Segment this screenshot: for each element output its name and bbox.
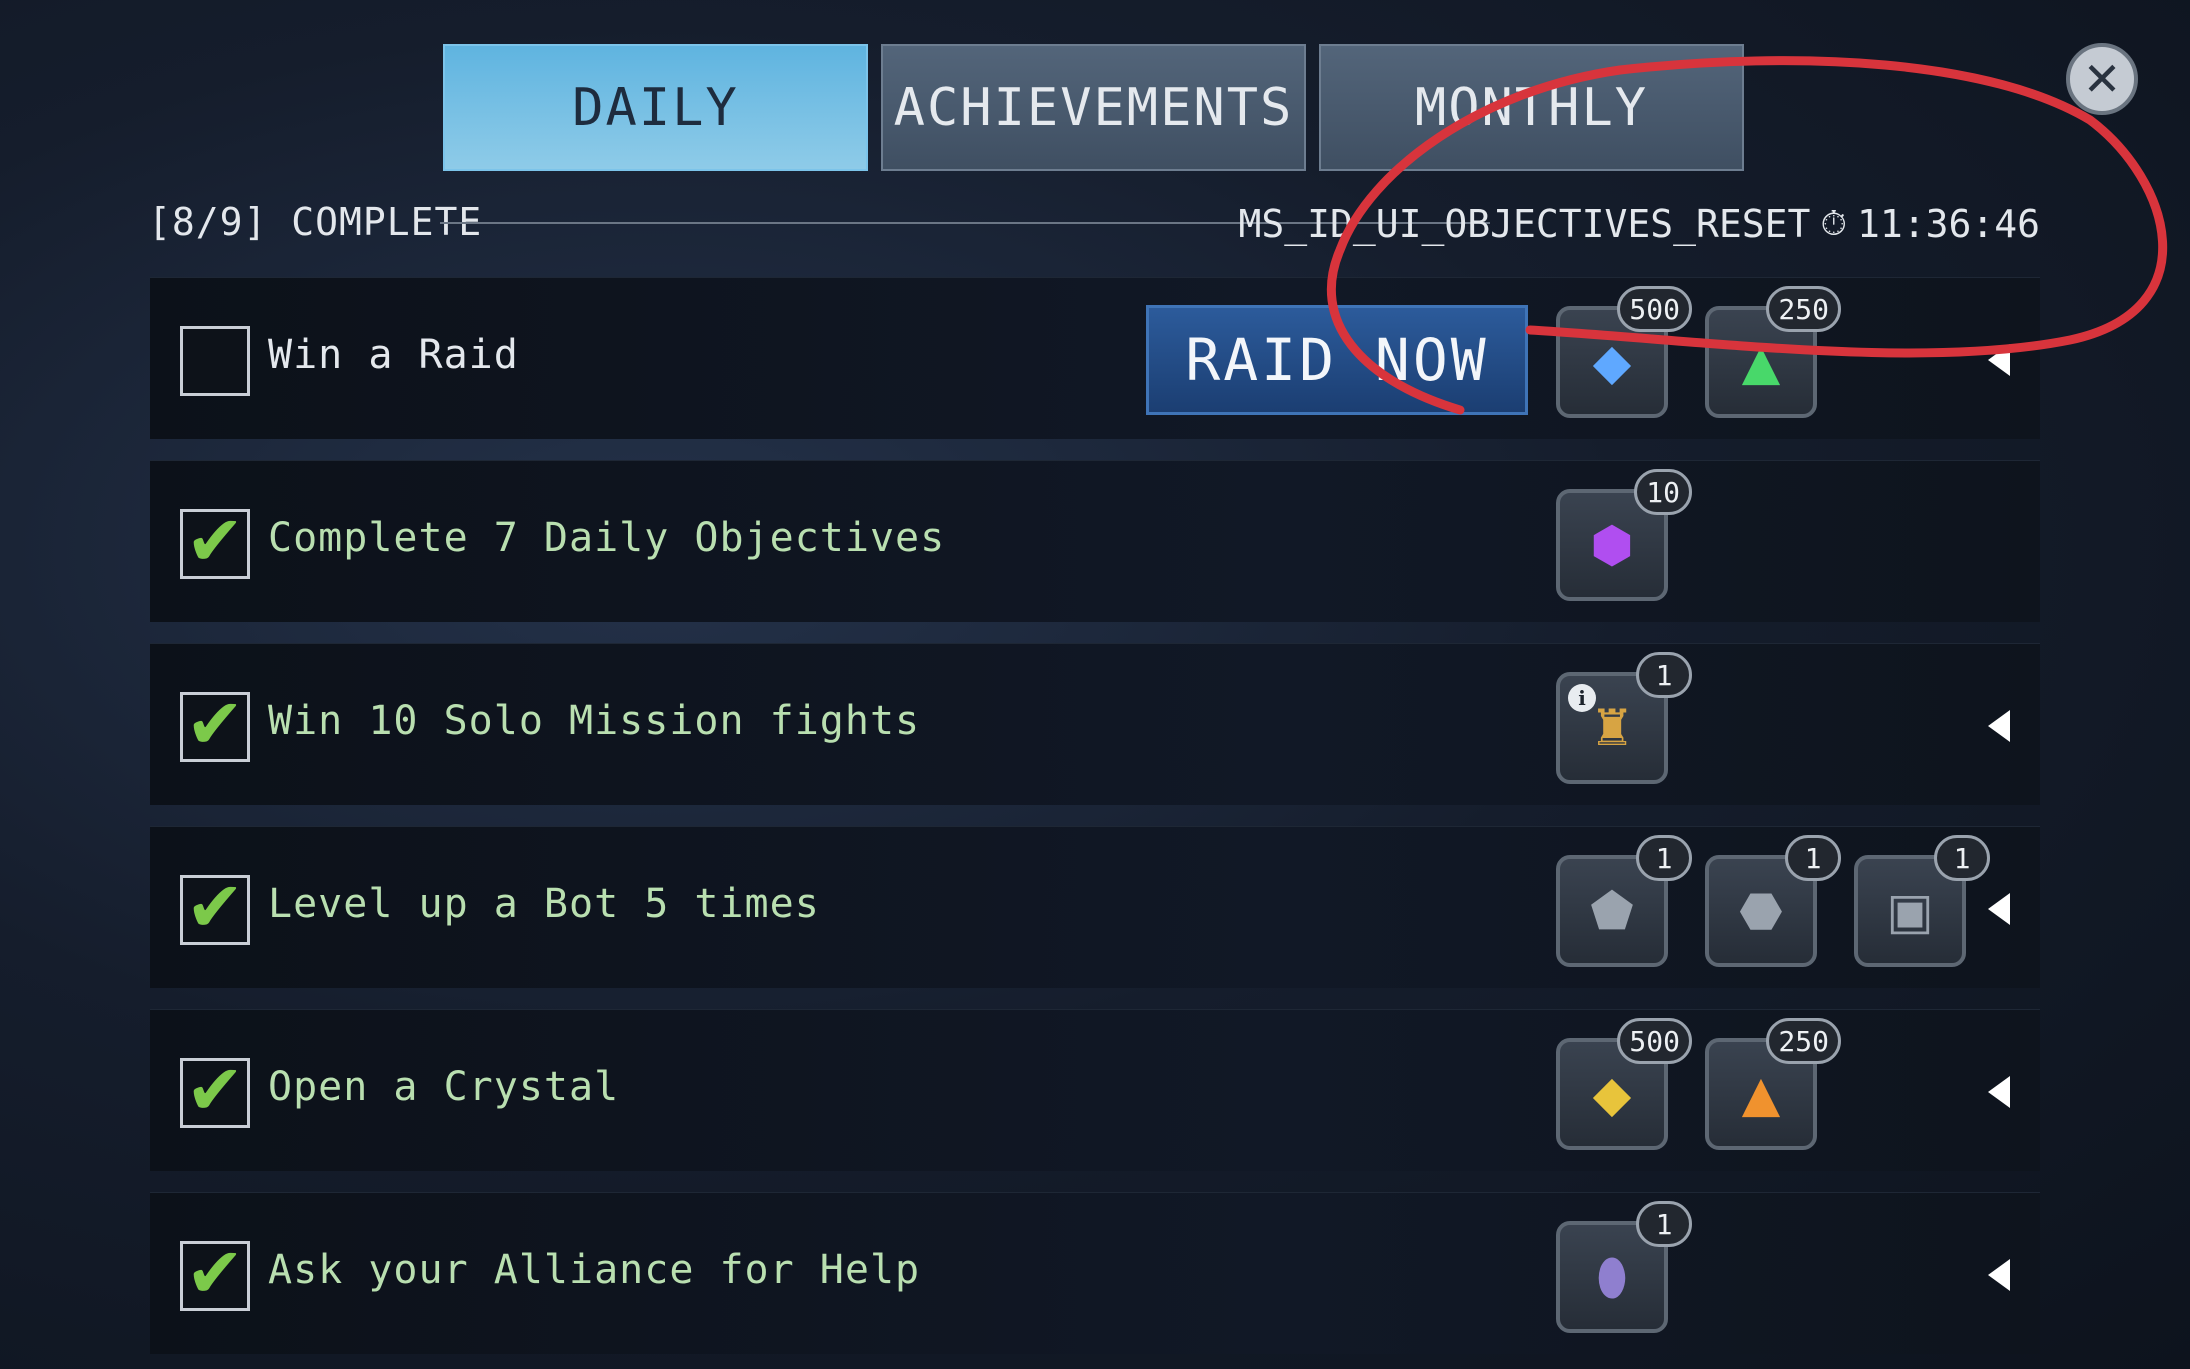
green-shard-icon: ▲ [1741, 333, 1781, 391]
objective-label: Ask your Alliance for Help [268, 1247, 921, 1293]
objective-checkbox [180, 326, 250, 396]
purple-cube-icon: ⬢ [1590, 516, 1634, 574]
reward-count-badge: 1 [1785, 835, 1841, 881]
objective-checkbox: ✔ [180, 500, 250, 582]
objective-checkbox: ✔ [180, 1049, 250, 1131]
reward-slot[interactable]: ⬢ 10 [1556, 469, 1692, 601]
objective-label: Win 10 Solo Mission fights [268, 698, 921, 744]
progress-label: [8/9] COMPLETE [148, 200, 483, 244]
objective-row: ✔ Complete 7 Daily Objectives ⬢ 10 [150, 460, 2040, 622]
metal-parts-large-icon: ⬟ [1590, 882, 1634, 940]
reset-label: MS_ID_UI_OBJECTIVES_RESET [1238, 202, 1811, 246]
reward-slot[interactable]: ⬮ 1 [1556, 1201, 1692, 1333]
reward-count-badge: 10 [1634, 469, 1692, 515]
reward-slot[interactable]: ▲ 250 [1705, 1018, 1841, 1150]
close-icon: ✕ [2082, 52, 2122, 106]
timer-value: 11:36:46 [1856, 202, 2040, 246]
blue-crystal-icon: ◆ [1592, 333, 1632, 391]
info-icon[interactable]: i [1568, 684, 1596, 712]
expand-arrow-icon[interactable] [1988, 710, 2010, 742]
status-row: [8/9] COMPLETE MS_ID_UI_OBJECTIVES_RESET… [148, 200, 2040, 250]
reward-count-badge: 1 [1636, 1201, 1692, 1247]
metal-parts-small-icon: ▣ [1886, 882, 1934, 940]
reset-timer: MS_ID_UI_OBJECTIVES_RESET ⏱ 11:36:46 [1238, 202, 2040, 246]
checkmark-icon: ✔ [185, 866, 245, 948]
reward-slot[interactable]: ⬟ 1 [1556, 835, 1692, 967]
tab-bar: DAILY ACHIEVEMENTS MONTHLY [443, 44, 1744, 171]
reward-count-badge: 1 [1636, 835, 1692, 881]
checkmark-icon: ✔ [185, 500, 245, 582]
tab-daily[interactable]: DAILY [443, 44, 868, 171]
reward-slot[interactable]: ⬣ 1 [1705, 835, 1841, 967]
reward-count-badge: 500 [1617, 1018, 1692, 1064]
objective-row: ✔ Win 10 Solo Mission fights ♜ i 1 [150, 643, 2040, 805]
reward-count-badge: 500 [1617, 286, 1692, 332]
objective-row: Win a Raid RAID NOW ◆ 500 ▲ 250 [150, 277, 2040, 439]
objective-label: Win a Raid [268, 332, 519, 378]
objective-checkbox: ✔ [180, 866, 250, 948]
stopwatch-icon: ⏱ [1820, 204, 1847, 244]
objective-label: Complete 7 Daily Objectives [268, 515, 946, 561]
expand-arrow-icon[interactable] [1988, 1259, 2010, 1291]
objective-label: Level up a Bot 5 times [268, 881, 820, 927]
objective-row: ✔ Open a Crystal ◆ 500 ▲ 250 [150, 1009, 2040, 1171]
reward-count-badge: 1 [1636, 652, 1692, 698]
orange-shard-icon: ▲ [1741, 1065, 1781, 1123]
expand-arrow-icon[interactable] [1988, 1076, 2010, 1108]
bot-capsule-icon: ⬮ [1596, 1247, 1628, 1306]
expand-arrow-icon[interactable] [1988, 893, 2010, 925]
reward-count-badge: 250 [1766, 286, 1841, 332]
metal-parts-medium-icon: ⬣ [1739, 882, 1783, 940]
objective-label: Open a Crystal [268, 1064, 620, 1110]
reward-count-badge: 250 [1766, 1018, 1841, 1064]
objective-row: ✔ Ask your Alliance for Help ⬮ 1 [150, 1192, 2040, 1354]
tab-monthly[interactable]: MONTHLY [1319, 44, 1744, 171]
objective-row: ✔ Level up a Bot 5 times ⬟ 1 ⬣ 1 ▣ 1 [150, 826, 2040, 988]
tab-achievements[interactable]: ACHIEVEMENTS [881, 44, 1306, 171]
reward-slot[interactable]: ◆ 500 [1556, 286, 1692, 418]
reward-slot[interactable]: ▲ 250 [1705, 286, 1841, 418]
reward-count-badge: 1 [1934, 835, 1990, 881]
gold-crystal-icon: ◆ [1592, 1065, 1632, 1123]
reward-slot[interactable]: ▣ 1 [1854, 835, 1990, 967]
checkmark-icon: ✔ [185, 1232, 245, 1314]
close-button[interactable]: ✕ [2066, 43, 2138, 115]
objective-checkbox: ✔ [180, 1232, 250, 1314]
reward-slot[interactable]: ♜ i 1 [1556, 652, 1692, 784]
reward-slot[interactable]: ◆ 500 [1556, 1018, 1692, 1150]
objective-checkbox: ✔ [180, 683, 250, 765]
checkmark-icon: ✔ [185, 683, 245, 765]
raid-now-button[interactable]: RAID NOW [1146, 305, 1528, 415]
expand-arrow-icon[interactable] [1988, 344, 2010, 376]
gold-bot-figure-icon: ♜ [1589, 699, 1635, 757]
checkmark-icon: ✔ [185, 1049, 245, 1131]
